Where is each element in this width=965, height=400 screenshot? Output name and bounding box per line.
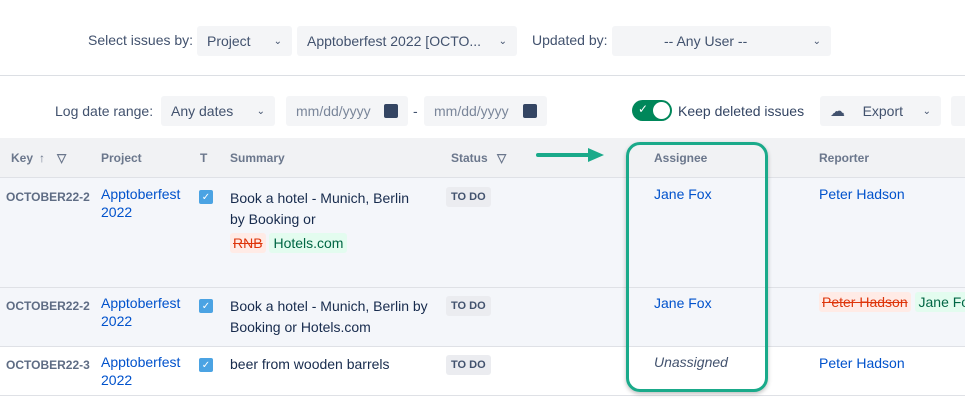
arrow-icon xyxy=(536,148,604,162)
summary: Book a hotel - Munich, Berlin by Booking… xyxy=(230,298,428,335)
issue-key: OCTOBER22-3 xyxy=(6,358,90,372)
project-link[interactable]: Apptoberfest 2022 xyxy=(101,294,191,330)
updated-by-value: -- Any User -- xyxy=(664,33,748,49)
sort-asc-icon[interactable]: ↑ xyxy=(39,151,45,165)
date-to-placeholder: mm/dd/yyyy xyxy=(434,103,509,119)
task-type-icon: ✓ xyxy=(199,358,213,372)
date-separator: - xyxy=(413,103,418,119)
keep-deleted-toggle[interactable]: ✓ xyxy=(632,100,672,121)
project-value: Apptoberfest 2022 [OCTO... xyxy=(307,33,482,49)
col-summary[interactable]: Summary xyxy=(230,151,285,165)
keep-deleted-label: Keep deleted issues xyxy=(678,103,805,119)
chevron-down-icon: ⌄ xyxy=(256,105,265,117)
summary: beer from wooden barrels xyxy=(230,356,390,372)
check-icon: ✓ xyxy=(638,102,649,116)
date-from-placeholder: mm/dd/yyyy xyxy=(296,103,371,119)
chevron-down-icon: ⌄ xyxy=(812,35,821,47)
task-type-icon: ✓ xyxy=(199,299,213,313)
highlight-box xyxy=(626,142,768,392)
col-status[interactable]: Status xyxy=(451,151,488,165)
date-from-input[interactable]: mm/dd/yyyy xyxy=(286,96,408,126)
select-issues-label: Select issues by: xyxy=(88,32,194,48)
filter-icon[interactable]: ▽ xyxy=(57,151,66,165)
col-key[interactable]: Key xyxy=(11,151,33,165)
updated-by-dropdown[interactable]: -- Any User -- ⌄ xyxy=(612,26,831,56)
export-button[interactable]: ☁ Export ⌄ xyxy=(820,96,941,126)
deleted-text: RNB xyxy=(230,233,266,253)
export-label: Export xyxy=(862,103,904,119)
reporter-diff: Peter Hadson Jane Fox xyxy=(819,292,965,312)
summary-diff: RNB Hotels.com xyxy=(230,233,348,254)
col-project[interactable]: Project xyxy=(101,151,142,165)
deleted-text: Peter Hadson xyxy=(819,292,911,312)
col-type[interactable]: T xyxy=(200,151,207,165)
date-range-value: Any dates xyxy=(171,103,234,119)
summary: Book a hotel - Munich, Berlin by Booking… xyxy=(230,190,409,227)
filter-icon[interactable]: ▽ xyxy=(497,151,506,165)
date-range-dropdown[interactable]: Any dates ⌄ xyxy=(161,96,275,126)
status-badge: TO DO xyxy=(446,187,491,207)
updated-by-label: Updated by: xyxy=(532,32,608,48)
inserted-text: Hotels.com xyxy=(269,233,348,253)
chevron-down-icon: ⌄ xyxy=(273,35,282,47)
issue-key: OCTOBER22-2 xyxy=(6,190,90,204)
status-badge: TO DO xyxy=(446,296,491,316)
project-link[interactable]: Apptoberfest 2022 xyxy=(101,353,191,389)
status-badge: TO DO xyxy=(446,355,491,375)
select-by-dropdown[interactable]: Project ⌄ xyxy=(197,26,292,56)
project-dropdown[interactable]: Apptoberfest 2022 [OCTO... ⌄ xyxy=(297,26,517,56)
chevron-down-icon: ⌄ xyxy=(922,105,931,117)
col-reporter[interactable]: Reporter xyxy=(819,151,869,165)
log-date-label: Log date range: xyxy=(55,103,154,119)
date-to-input[interactable]: mm/dd/yyyy xyxy=(424,96,547,126)
more-button[interactable] xyxy=(951,96,965,126)
cloud-download-icon: ☁ xyxy=(830,103,845,120)
reporter-link[interactable]: Peter Hadson xyxy=(819,185,905,203)
issue-key: OCTOBER22-2 xyxy=(6,299,90,313)
chevron-down-icon: ⌄ xyxy=(498,35,507,47)
toggle-knob xyxy=(653,102,670,119)
project-link[interactable]: Apptoberfest 2022 xyxy=(101,185,191,221)
task-type-icon: ✓ xyxy=(199,190,213,204)
inserted-text: Jane Fox xyxy=(914,292,965,312)
calendar-icon xyxy=(384,104,398,118)
divider xyxy=(0,75,965,76)
reporter-link[interactable]: Peter Hadson xyxy=(819,354,905,372)
calendar-icon xyxy=(523,104,537,118)
select-by-value: Project xyxy=(207,33,251,49)
